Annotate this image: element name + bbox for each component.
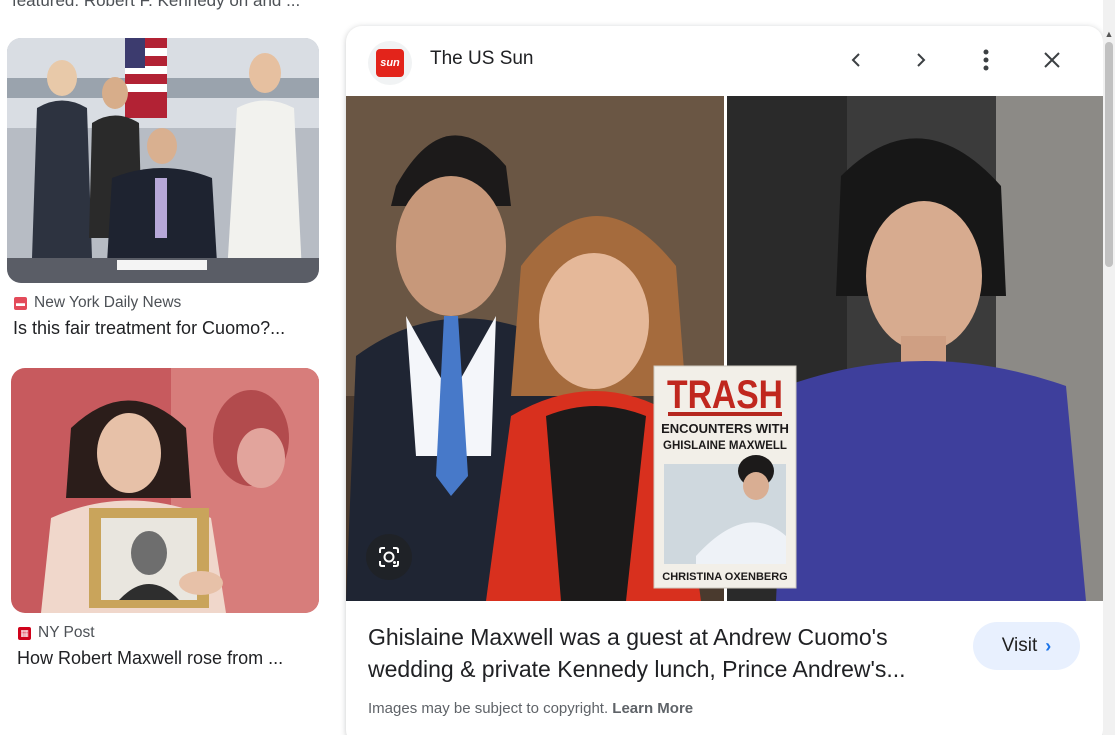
nypost-icon: ▦ — [18, 626, 31, 640]
image-search-page: featured: Robert F. Kennedy on and ... ▬… — [0, 0, 1115, 735]
book-title: TRASH — [667, 373, 783, 417]
visit-button[interactable]: Visit › — [973, 622, 1080, 670]
result-source[interactable]: ▬ New York Daily News — [14, 294, 181, 312]
previous-button[interactable] — [836, 40, 876, 80]
nydn-icon: ▬ — [14, 296, 27, 310]
result-title[interactable]: Is this fair treatment for Cuomo?... — [13, 318, 318, 339]
scroll-thumb[interactable] — [1105, 42, 1113, 267]
chevron-right-icon — [917, 53, 926, 67]
source-logo[interactable]: sun — [368, 41, 412, 85]
copyright-notice: Images may be subject to copyright. Lear… — [368, 700, 693, 717]
source-name[interactable]: The US Sun — [430, 48, 534, 70]
book-author: CHRISTINA OXENBERG — [662, 571, 788, 583]
google-lens-button[interactable] — [366, 534, 412, 580]
lens-icon — [379, 547, 399, 567]
close-icon — [1044, 52, 1060, 68]
preview-caption[interactable]: Ghislaine Maxwell was a guest at Andrew … — [368, 621, 968, 685]
preview-header: sun The US Sun — [346, 26, 1103, 96]
more-options-button[interactable] — [966, 40, 1006, 80]
result-title[interactable]: How Robert Maxwell rose from ... — [17, 648, 317, 669]
visit-label: Visit — [1001, 635, 1038, 656]
scroll-up-icon[interactable]: ▲ — [1103, 28, 1115, 40]
learn-more-link[interactable]: Learn More — [612, 700, 693, 717]
book-subtitle: GHISLAINE MAXWELL — [663, 440, 787, 452]
preview-image[interactable]: TRASH ENCOUNTERS WITH GHISLAINE MAXWELL … — [346, 96, 1103, 601]
page-scrollbar[interactable]: ▲ — [1103, 0, 1115, 735]
chevron-left-icon — [851, 53, 860, 67]
image-preview-panel: sun The US Sun TRASH ENCOUNTERS WITH GHI… — [346, 26, 1103, 735]
result-source[interactable]: ▦ NY Post — [18, 624, 95, 642]
book-subtitle: ENCOUNTERS WITH — [661, 421, 789, 436]
copyright-text: Images may be subject to copyright. — [368, 700, 609, 717]
previous-result-title[interactable]: featured: Robert F. Kennedy on and ... — [12, 0, 312, 11]
next-button[interactable] — [901, 40, 941, 80]
result-thumbnail[interactable] — [11, 368, 319, 613]
result-source-name: NY Post — [38, 624, 95, 641]
result-source-name: New York Daily News — [34, 294, 182, 311]
close-button[interactable] — [1032, 40, 1072, 80]
chevron-right-icon: › — [1045, 635, 1052, 656]
result-thumbnail[interactable] — [7, 38, 319, 283]
more-vert-icon — [983, 49, 989, 71]
